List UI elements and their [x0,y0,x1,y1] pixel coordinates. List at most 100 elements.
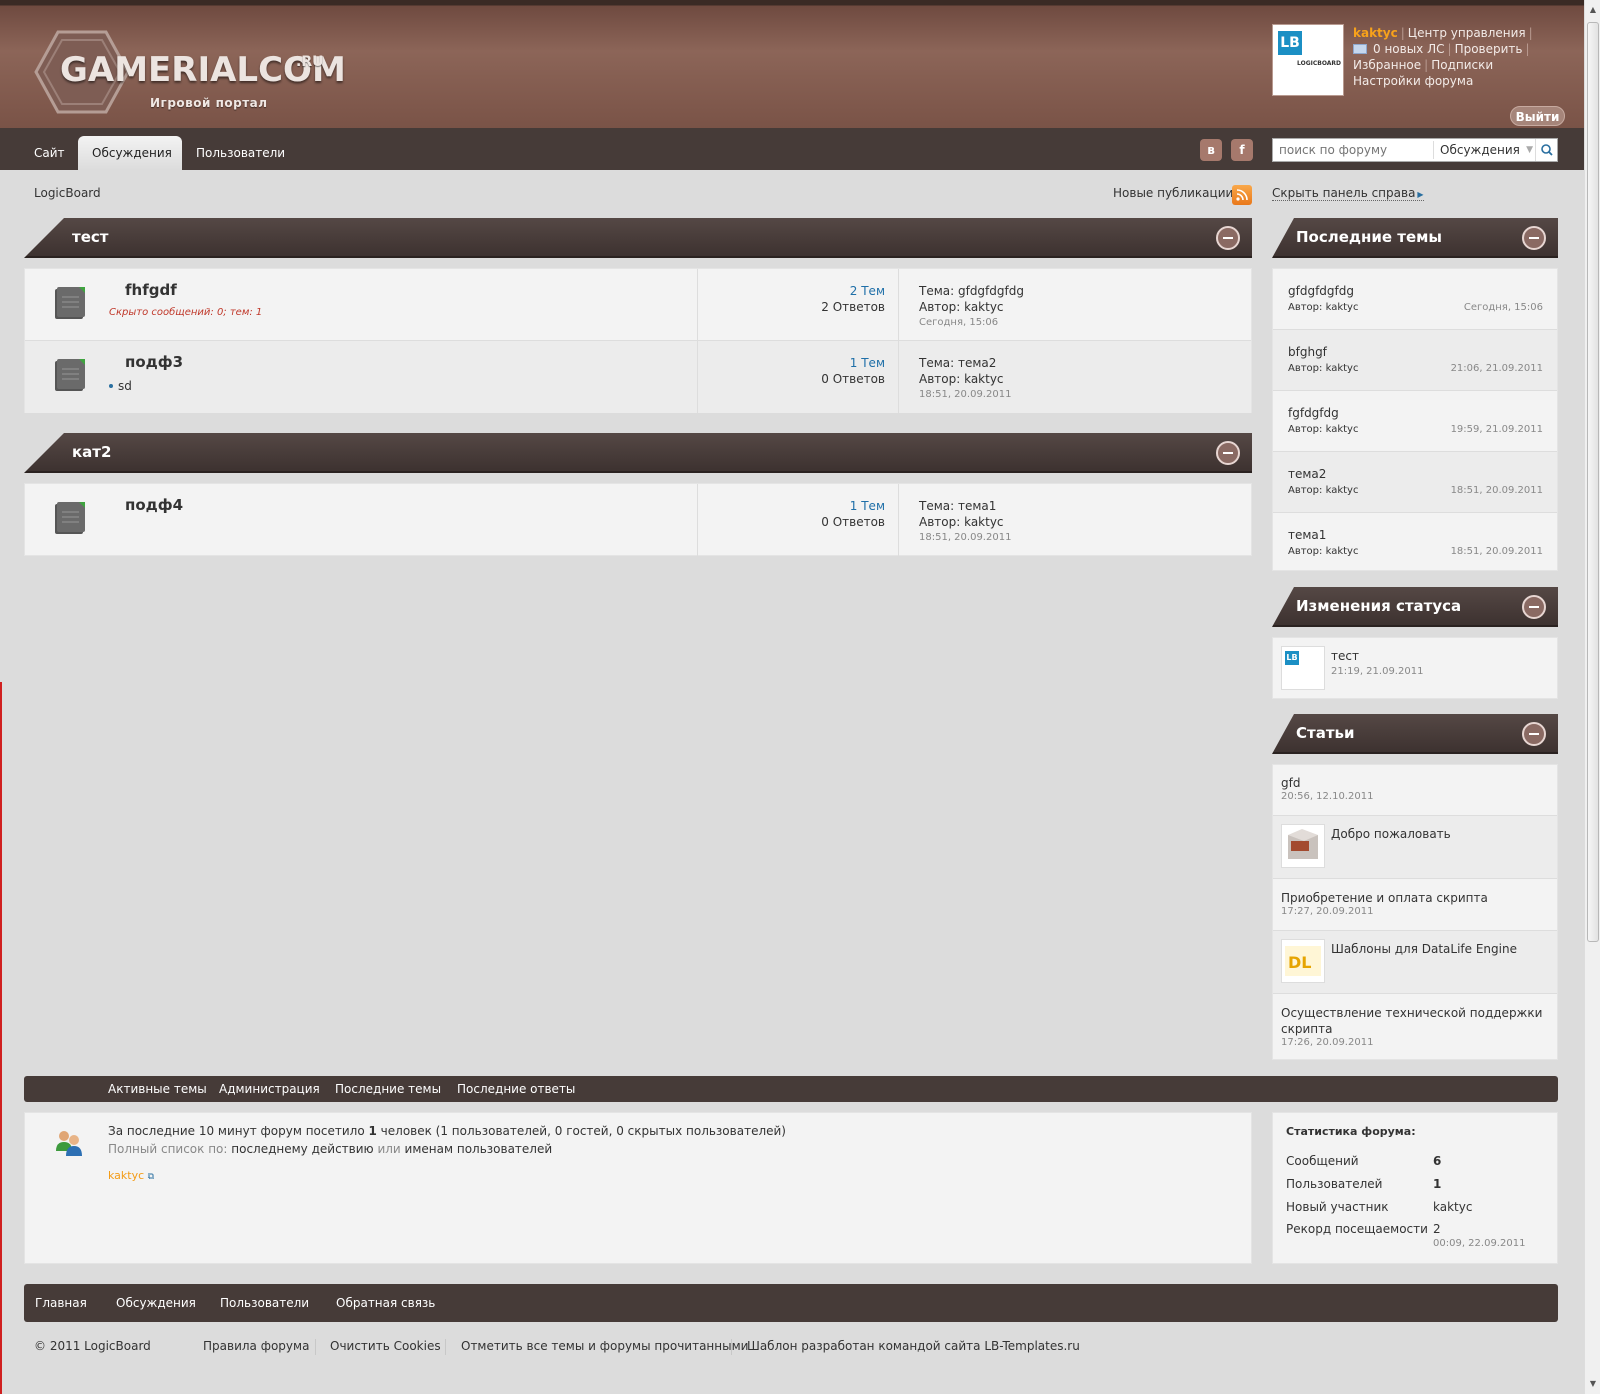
user-avatar[interactable]: LB LOGICBOARD [1272,24,1344,96]
mark-all-read-link[interactable]: Отметить все темы и форумы прочитанными [461,1339,748,1353]
forum-title-link[interactable]: fhfgdf [125,281,177,299]
article-title-link[interactable]: gfd [1281,775,1557,791]
check-pm-link[interactable]: Проверить [1455,42,1523,56]
footer-discussions-link[interactable]: Обсуждения [116,1284,196,1322]
external-link-icon: ⧉ [147,1172,155,1182]
hide-panel-link[interactable]: Скрыть панель справа ▶ [1272,186,1424,201]
forum-settings-link[interactable]: Настройки форума [1353,74,1473,88]
active-topics-link[interactable]: Активные темы [108,1076,207,1102]
forum-title-link[interactable]: подф4 [125,496,183,514]
last-author-link[interactable]: Автор: kaktyc [919,299,1024,315]
stats-title: Статистика форума: [1286,1125,1416,1138]
sidebar-title: Статьи [1296,724,1355,742]
article-title-link[interactable]: Приобретение и оплата скрипта [1281,890,1557,906]
vk-icon[interactable]: в [1200,139,1222,161]
hidden-messages-note: Скрыто сообщений: 0; тем: 1 [109,307,263,318]
topics-count-link[interactable]: 2 Тем [705,283,885,299]
footer-users-link[interactable]: Пользователи [220,1284,309,1322]
collapse-icon[interactable] [1522,595,1546,619]
article-title-link[interactable]: Шаблоны для DataLife Engine [1331,941,1517,957]
last-post: Тема: тема1 Автор: kaktyc 18:51, 20.09.2… [919,498,1011,546]
topic-title-link[interactable]: тема2 [1288,467,1326,481]
topic-author: Автор: kaktyc [1288,363,1359,374]
topic-title-link[interactable]: bfghgf [1288,345,1327,359]
breadcrumb[interactable]: LogicBoard [34,186,101,200]
site-logo[interactable]: GAMERIALCOM .RU Игровой портал [34,30,346,114]
list-item[interactable]: тема1 Автор: kaktyc 18:51, 20.09.2011 [1273,513,1557,574]
articles-list: gfd 20:56, 12.10.2011 Добро пожаловать П… [1272,764,1558,1060]
tab-users[interactable]: Пользователи [182,136,299,170]
topic-title-link[interactable]: fgfdgfdg [1288,406,1339,420]
sort-label: Полный список по: [108,1142,232,1156]
sort-by-name-link[interactable]: именам пользователей [405,1142,553,1156]
topic-title-link[interactable]: тема1 [1288,528,1326,542]
topic-date: 18:51, 20.09.2011 [1450,546,1543,557]
list-item[interactable]: DL Шаблоны для DataLife Engine [1273,931,1557,994]
forum-row: fhfgdf Скрыто сообщений: 0; тем: 1 2 Тем… [25,269,1251,341]
topics-count-link[interactable]: 1 Тем [705,498,885,514]
newest-member-link[interactable]: kaktyc [1433,1200,1472,1214]
footer-home-link[interactable]: Главная [35,1284,87,1322]
topics-count-link[interactable]: 1 Тем [705,355,885,371]
forum-title-link[interactable]: подф3 [125,353,183,371]
sort-by-activity-link[interactable]: последнему действию [231,1142,373,1156]
article-title-link[interactable]: Добро пожаловать [1331,826,1451,842]
scroll-down-icon[interactable]: ▼ [1585,1376,1600,1392]
facebook-icon[interactable]: f [1231,139,1253,161]
username-link[interactable]: kaktyc [1353,26,1398,40]
topic-author: Автор: kaktyc [1288,546,1359,557]
collapse-icon[interactable] [1522,226,1546,250]
list-item[interactable]: Добро пожаловать [1273,816,1557,879]
sort-or: или [373,1142,405,1156]
scroll-thumb[interactable] [1587,22,1599,942]
last-topic-link[interactable]: Тема: тема1 [919,498,1011,514]
clear-cookies-link[interactable]: Очистить Cookies [330,1339,441,1353]
list-item[interactable]: Осуществление технической поддержки скри… [1273,994,1557,1059]
collapse-icon[interactable] [1216,441,1240,465]
search-button[interactable] [1535,139,1557,161]
subforum-link[interactable]: sd [109,379,132,393]
tab-discussions[interactable]: Обсуждения [78,136,182,170]
favorites-link[interactable]: Избранное [1353,58,1421,72]
avatar[interactable]: LB [1281,646,1325,690]
last-topic-link[interactable]: Тема: тема2 [919,355,1011,371]
logout-button[interactable]: Выйти [1510,106,1565,126]
online-user-link[interactable]: kaktyc ⧉ [108,1169,154,1182]
administration-link[interactable]: Администрация [219,1076,320,1102]
list-item[interactable]: fgfdgfdg Автор: kaktyc 19:59, 21.09.2011 [1273,391,1557,452]
rss-icon[interactable] [1232,185,1252,205]
list-item[interactable]: тема2 Автор: kaktyc 18:51, 20.09.2011 [1273,452,1557,513]
stat-label: Новый участник [1286,1200,1389,1214]
subscriptions-link[interactable]: Подписки [1431,58,1493,72]
sidebar-header-articles: Статьи [1272,714,1558,754]
collapse-icon[interactable] [1522,722,1546,746]
vertical-scrollbar[interactable]: ▲ ▼ [1584,0,1600,1394]
list-item[interactable]: bfghgf Автор: kaktyc 21:06, 21.09.2011 [1273,330,1557,391]
last-topic-link[interactable]: Тема: gfdgfdgfdg [919,283,1024,299]
tab-site[interactable]: Сайт [20,136,79,170]
last-post-date: 18:51, 20.09.2011 [919,532,1012,543]
list-item[interactable]: gfd 20:56, 12.10.2011 [1273,765,1557,816]
template-credit-link[interactable]: Шаблон разработан командой сайта LB-Temp… [747,1339,1080,1353]
new-publications-link[interactable]: Новые публикации [1113,186,1233,200]
forum-rules-link[interactable]: Правила форума [203,1339,309,1353]
footer-feedback-link[interactable]: Обратная связь [336,1284,435,1322]
subforum-label: sd [118,379,132,393]
search-scope-select[interactable]: Обсуждения ▼ [1433,141,1537,159]
scroll-up-icon[interactable]: ▲ [1585,2,1600,18]
avatar-lb-sub: LOGICBOARD [1297,60,1342,67]
last-author-link[interactable]: Автор: kaktyc [919,371,1011,387]
article-title-link[interactable]: Осуществление технической поддержки скри… [1281,1005,1549,1037]
list-item[interactable]: gfdgfdgfdg Автор: kaktyc Сегодня, 15:06 [1273,269,1557,330]
latest-topics-link[interactable]: Последние темы [335,1076,441,1102]
search-input[interactable] [1273,139,1433,161]
collapse-icon[interactable] [1216,226,1240,250]
stat-value: 1 [1433,1177,1442,1191]
topic-title-link[interactable]: gfdgfdgfdg [1288,284,1354,298]
control-panel-link[interactable]: Центр управления [1408,26,1526,40]
last-author-link[interactable]: Автор: kaktyc [919,514,1011,530]
avatar-lb-label: LB [1285,651,1299,665]
latest-replies-link[interactable]: Последние ответы [457,1076,575,1102]
new-pm-link[interactable]: 0 новых ЛС [1373,42,1445,56]
list-item[interactable]: Приобретение и оплата скрипта 17:27, 20.… [1273,879,1557,931]
